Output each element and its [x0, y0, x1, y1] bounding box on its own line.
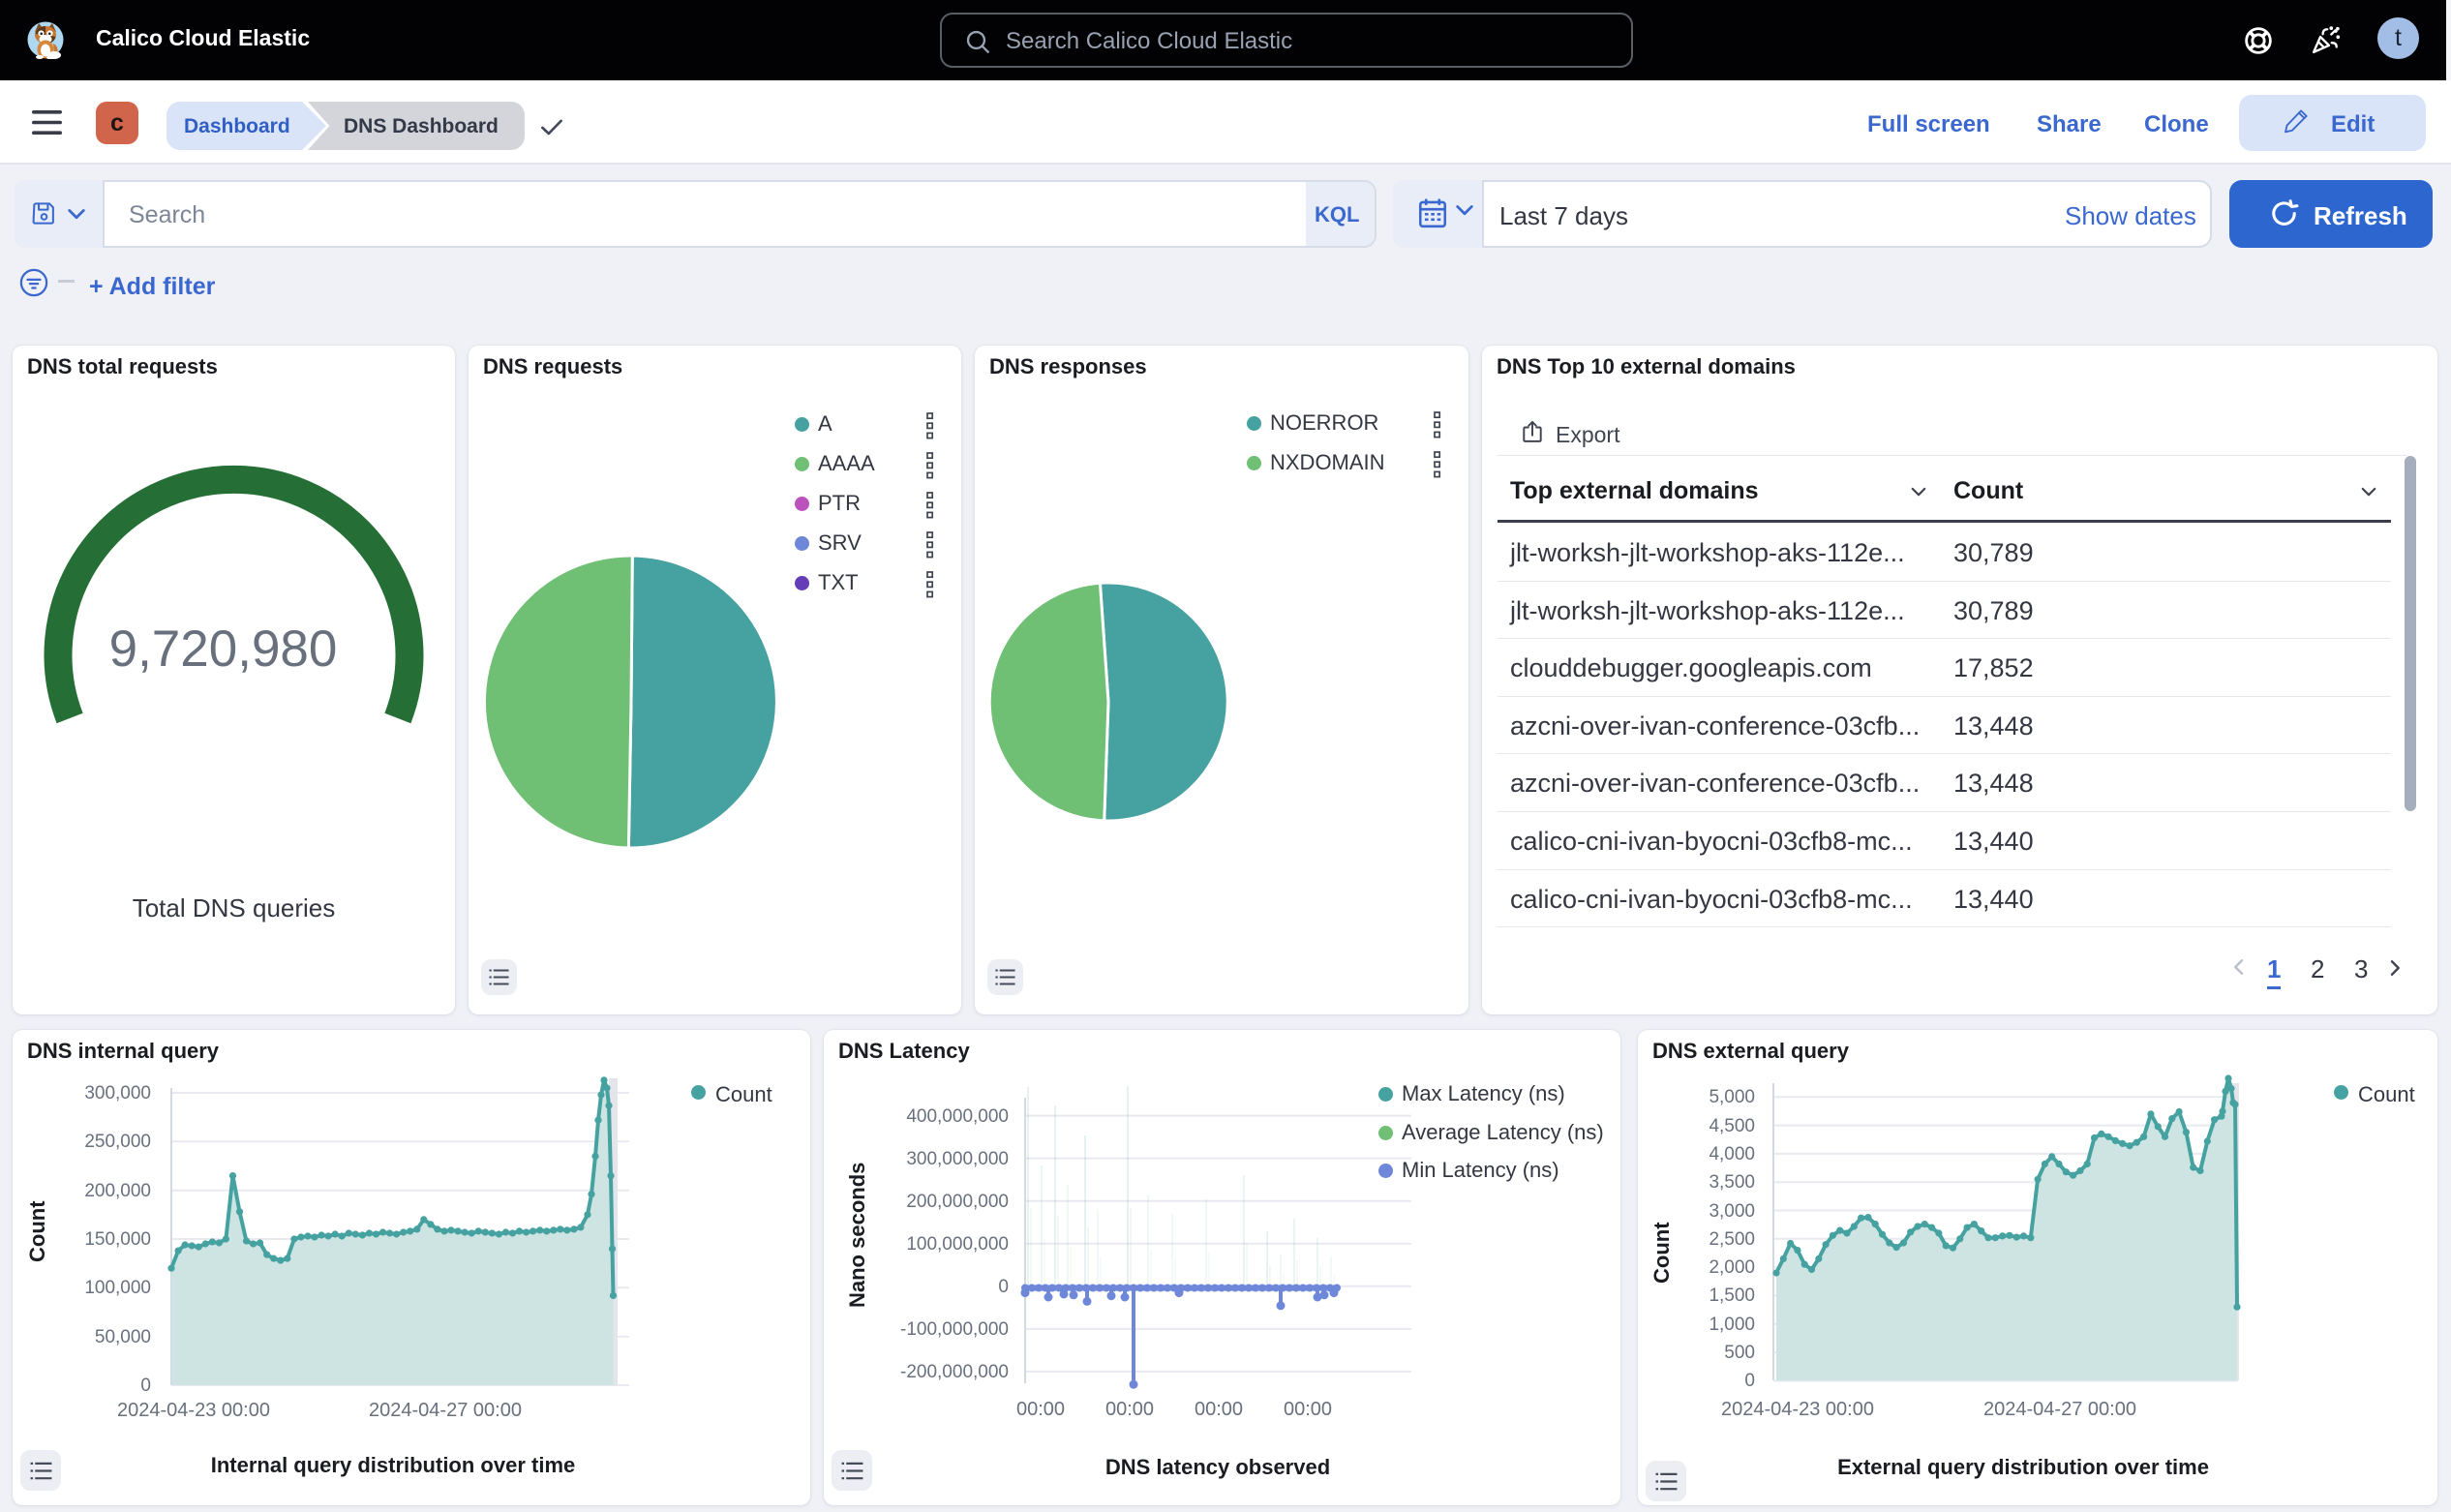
- svg-text:9,720,980: 9,720,980: [109, 620, 338, 678]
- svg-text:Total DNS queries: Total DNS queries: [133, 893, 336, 922]
